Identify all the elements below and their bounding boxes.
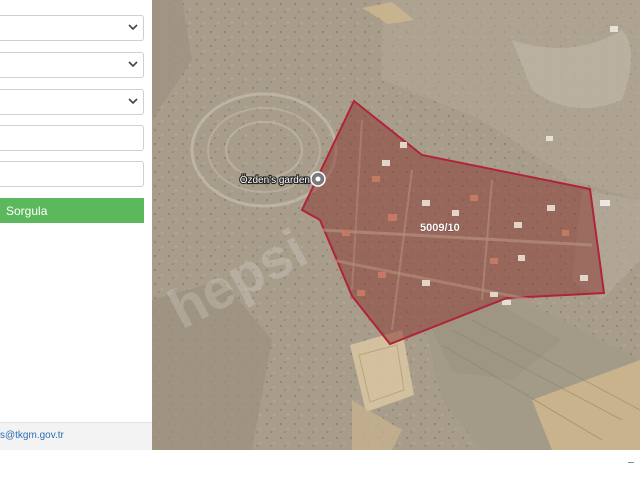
parcel-number-label: 5009/10 — [420, 222, 460, 234]
poi-marker[interactable]: Özden's garden — [239, 171, 326, 187]
page-footer-area — [0, 450, 640, 480]
corner-divider — [628, 462, 634, 463]
district-select[interactable] — [0, 52, 144, 78]
chevron-down-icon — [128, 98, 138, 105]
satellite-map[interactable]: hepsi 5009/10 Özden's garden — [152, 0, 640, 450]
poi-label: Özden's garden — [240, 174, 310, 186]
neighborhood-select[interactable] — [0, 89, 144, 115]
chevron-down-icon — [128, 24, 138, 31]
contact-email-link[interactable]: s@tkgm.gov.tr — [0, 430, 64, 441]
parcel-number-input[interactable] — [0, 161, 144, 187]
map-imagery[interactable]: hepsi 5009/10 Özden's garden — [152, 0, 640, 450]
footer-contact: s@tkgm.gov.tr — [0, 422, 152, 451]
query-button[interactable]: Sorgula — [0, 198, 144, 223]
query-panel: Sorgula s@tkgm.gov.tr — [0, 0, 152, 451]
province-select[interactable] — [0, 15, 144, 41]
block-number-input[interactable] — [0, 125, 144, 151]
chevron-down-icon — [128, 61, 138, 68]
